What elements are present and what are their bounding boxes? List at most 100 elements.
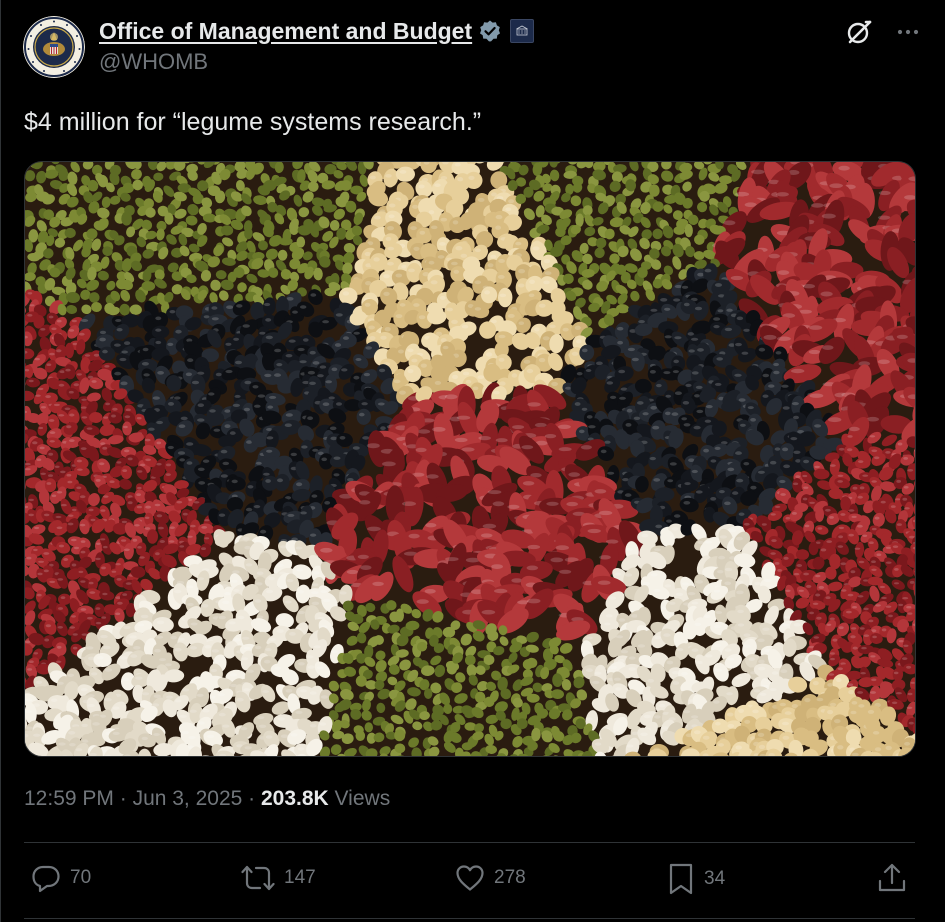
bean-highlight [101, 616, 107, 619]
bean-highlight [320, 547, 333, 553]
bean-highlight [241, 636, 250, 640]
bean-highlight [628, 667, 636, 671]
bean-highlight [34, 526, 40, 530]
account-handle[interactable]: @WHOMB [99, 49, 534, 75]
bean-highlight [234, 394, 241, 398]
display-name[interactable]: Office of Management and Budget [99, 18, 472, 45]
bean-highlight [726, 692, 733, 696]
bean-highlight [870, 691, 876, 694]
bean-highlight [303, 338, 309, 342]
bean-highlight [543, 280, 550, 285]
bean-highlight [724, 648, 732, 652]
bean-highlight [736, 590, 744, 595]
bean-highlight [234, 638, 241, 642]
bean-highlight [373, 257, 380, 262]
bean-highlight [854, 547, 861, 550]
bean-highlight [783, 464, 790, 469]
bean-highlight [111, 570, 117, 573]
bean-highlight [681, 417, 687, 421]
bean-highlight [204, 537, 210, 540]
bean-highlight [826, 623, 832, 626]
bean-highlight [336, 402, 342, 406]
bean-highlight [432, 427, 446, 432]
tweet-media[interactable] [24, 161, 916, 757]
bean-highlight [658, 703, 666, 708]
bean-highlight [68, 731, 76, 735]
bean-highlight [322, 320, 329, 324]
bean-highlight [232, 570, 240, 574]
bean-highlight [87, 703, 95, 708]
bean-highlight [95, 479, 101, 482]
bean-highlight [539, 303, 546, 308]
bean-highlight [773, 362, 779, 367]
bean-highlight [713, 589, 721, 593]
bean-highlight [860, 672, 866, 675]
bean-highlight [159, 658, 166, 662]
bean-highlight [393, 379, 401, 384]
bean-highlight [179, 458, 185, 462]
bean-highlight [581, 407, 588, 411]
bean-highlight [847, 435, 853, 438]
bean-highlight [838, 447, 845, 451]
bean-highlight [891, 701, 898, 705]
bean-highlight [703, 448, 709, 453]
bean-highlight [802, 497, 808, 501]
bean-highlight [114, 371, 122, 376]
bean-highlight [837, 474, 844, 477]
bean-highlight [76, 486, 82, 490]
bean-highlight [124, 449, 130, 453]
bean-highlight [674, 336, 682, 340]
grok-icon[interactable] [845, 18, 873, 46]
bean-highlight [482, 523, 497, 529]
bean-highlight [895, 692, 902, 695]
bean-highlight [764, 578, 772, 583]
bean-highlight [114, 343, 121, 347]
bean-highlight [874, 516, 880, 520]
bean-highlight [247, 485, 254, 489]
bean-highlight [809, 393, 824, 398]
bean-highlight [80, 550, 86, 554]
bean-highlight [202, 604, 209, 608]
bean-highlight [65, 368, 71, 372]
bean-highlight [103, 645, 111, 650]
bean-highlight [846, 610, 852, 614]
bean-highlight [202, 459, 210, 463]
bean-highlight [737, 623, 745, 627]
bean-highlight [892, 545, 899, 548]
bean-highlight [713, 325, 720, 329]
bean-highlight [743, 462, 750, 466]
bean-highlight [231, 479, 238, 484]
bean-highlight [135, 676, 143, 680]
bean-highlight [748, 657, 755, 661]
bean-highlight [528, 293, 535, 298]
bean-highlight [785, 589, 791, 592]
bean-highlight [257, 394, 266, 398]
bean-highlight [178, 424, 186, 429]
bean-highlight [334, 343, 342, 347]
verified-badge-icon[interactable] [478, 19, 502, 43]
bean-highlight [724, 567, 733, 572]
bean-highlight [80, 319, 89, 322]
bean-highlight [165, 473, 171, 476]
bean-highlight [189, 709, 197, 713]
bean-highlight [81, 416, 88, 419]
bean-highlight [747, 406, 754, 410]
more-options-icon[interactable] [895, 19, 921, 45]
avatar[interactable] [23, 16, 85, 78]
bean-highlight [45, 624, 52, 628]
bean-highlight [758, 347, 766, 352]
bean-highlight [735, 580, 744, 584]
bean-highlight [814, 465, 820, 469]
bean-highlight [555, 545, 569, 551]
bean-highlight [256, 571, 264, 575]
bean-highlight [896, 479, 902, 483]
bean-highlight [28, 498, 34, 502]
bean-highlight [124, 341, 131, 345]
bean-highlight [58, 414, 65, 417]
bean-highlight [876, 553, 882, 556]
bean-highlight [848, 509, 855, 512]
bean-highlight [307, 665, 315, 669]
white-house-badge-icon[interactable] [510, 19, 535, 43]
bean-highlight [812, 602, 819, 605]
bean-highlight [93, 353, 100, 357]
